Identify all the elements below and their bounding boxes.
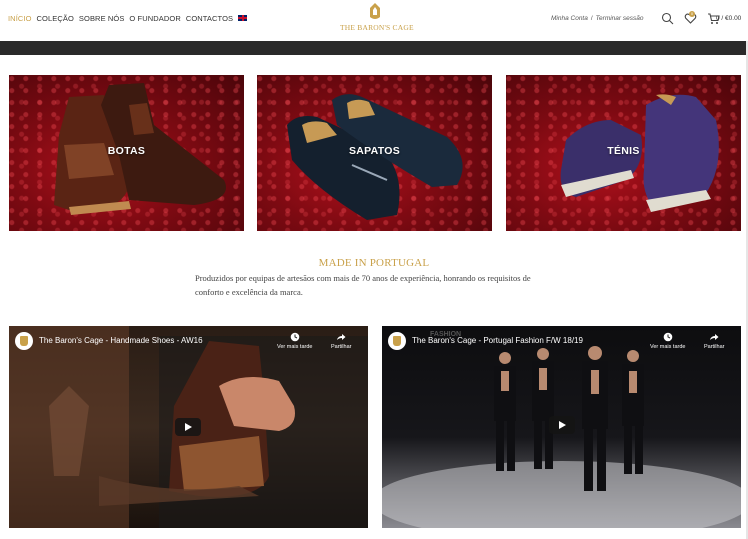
crest-icon — [370, 3, 380, 19]
watch-later-button[interactable]: Ver mais tarde — [650, 332, 685, 350]
watch-later-button[interactable]: Ver mais tarde — [277, 332, 312, 350]
brand-name: THE BARON'S CAGE — [340, 23, 414, 32]
brand-logo[interactable]: THE BARON'S CAGE — [340, 2, 414, 38]
share-button[interactable]: Partilhar — [704, 332, 724, 350]
category-tile-sapatos[interactable]: SAPATOS — [257, 75, 492, 231]
category-label: BOTAS — [107, 145, 146, 157]
search-icon[interactable] — [661, 12, 674, 25]
category-tile-tenis[interactable]: TÉNIS — [506, 75, 741, 231]
share-icon — [337, 334, 346, 340]
video-player-fashion[interactable]: FASHION The Baron's Cage - Portugal Fash… — [382, 326, 741, 528]
nav-item-fundador[interactable]: O FUNDADOR — [129, 14, 180, 23]
site-header: INÍCIO COLEÇÃO SOBRE NÓS O FUNDADOR CONT… — [0, 0, 748, 41]
my-account-link[interactable]: Minha Conta — [551, 15, 588, 22]
made-in-portugal-heading: MADE IN PORTUGAL — [318, 257, 430, 269]
share-icon — [710, 334, 719, 340]
wishlist-count-badge: 0 — [689, 11, 695, 17]
share-label: Partilhar — [331, 344, 352, 350]
video-title[interactable]: The Baron's Cage - Portugal Fashion F/W … — [412, 336, 583, 345]
clock-icon — [663, 332, 673, 342]
watch-later-label: Ver mais tarde — [650, 344, 686, 350]
nav-item-inicio[interactable]: INÍCIO — [8, 14, 32, 23]
video-player-handmade[interactable]: The Baron's Cage - Handmade Shoes - AW16… — [9, 326, 368, 528]
main-nav: INÍCIO COLEÇÃO SOBRE NÓS O FUNDADOR CONT… — [8, 14, 248, 23]
video-title[interactable]: The Baron's Cage - Handmade Shoes - AW16 — [39, 336, 203, 345]
play-button[interactable] — [549, 416, 575, 434]
made-in-portugal-description: Produzidos por equipas de artesãos com m… — [195, 273, 531, 297]
cart-total[interactable]: 0 / €0.00 — [716, 15, 741, 22]
account-links: Minha Conta / Terminar sessão — [551, 15, 643, 22]
nav-item-colecao[interactable]: COLEÇÃO — [37, 14, 74, 23]
category-tile-botas[interactable]: BOTAS — [9, 75, 244, 231]
header-divider-bar — [0, 41, 748, 55]
nav-item-sobre-nos[interactable]: SOBRE NÓS — [79, 14, 125, 23]
account-separator: / — [590, 15, 593, 22]
watch-later-label: Ver mais tarde — [277, 344, 313, 350]
channel-avatar[interactable] — [388, 332, 406, 350]
uk-flag-icon[interactable] — [238, 15, 248, 21]
share-label: Partilhar — [704, 344, 725, 350]
share-button[interactable]: Partilhar — [331, 332, 351, 350]
nav-item-contactos[interactable]: CONTACTOS — [186, 14, 233, 23]
category-label: TÉNIS — [607, 145, 640, 157]
clock-icon — [290, 332, 300, 342]
play-button[interactable] — [175, 418, 201, 436]
logout-link[interactable]: Terminar sessão — [596, 15, 644, 22]
channel-avatar[interactable] — [15, 332, 33, 350]
category-label: SAPATOS — [348, 145, 401, 157]
